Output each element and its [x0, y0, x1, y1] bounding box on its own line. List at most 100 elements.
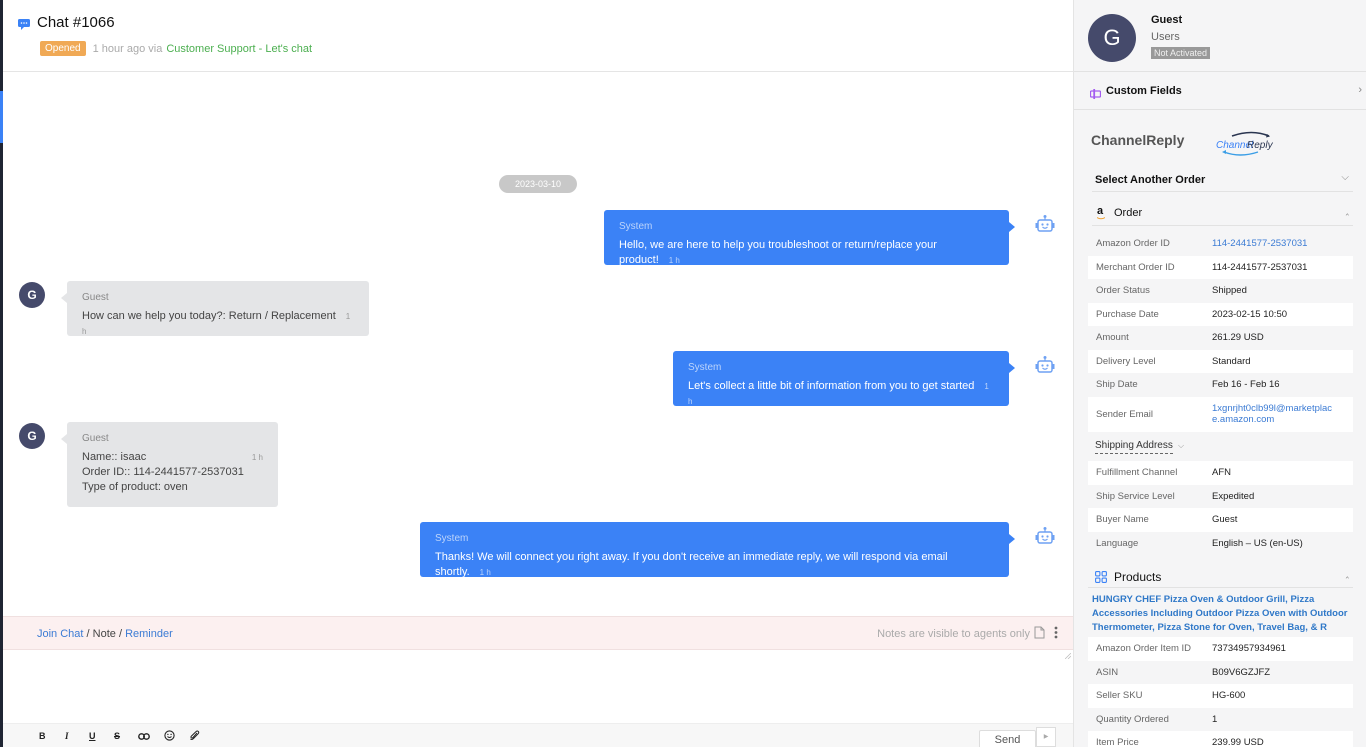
chevron-right-icon[interactable]: ›: [1358, 84, 1362, 96]
guest-avatar: G: [19, 282, 45, 308]
bold-button[interactable]: B: [39, 731, 46, 741]
user-card: G Guest Users Not Activated: [1074, 0, 1366, 72]
sender-email-link[interactable]: 1xgnrjht0clb99l@marketplac e.amazon.com: [1212, 403, 1342, 425]
robot-icon: [1035, 215, 1055, 232]
italic-button[interactable]: I: [65, 731, 69, 741]
bot-avatar: [1031, 352, 1059, 380]
message-guest: Guest Name:: isaac 1 h Order ID:: 114-244…: [61, 422, 278, 507]
field-label: Quantity Ordered: [1096, 713, 1169, 725]
field-value: Expedited: [1212, 490, 1255, 502]
chat-age: 1 hour ago via: [92, 42, 163, 55]
message-system: System Hello, we are here to help you tr…: [604, 210, 1015, 266]
order-field-row: Amazon Order ID 114-2441577-2537031: [1088, 232, 1353, 256]
field-value: English – US (en-US): [1212, 537, 1303, 549]
field-value: Shipped: [1212, 285, 1247, 297]
channel-link[interactable]: Customer Support - Let's chat: [166, 43, 312, 55]
custom-fields-label: Custom Fields: [1106, 85, 1182, 97]
separator: /: [115, 628, 126, 640]
message-text: Type of product: oven: [82, 481, 188, 493]
field-value: 1: [1212, 713, 1218, 725]
message-text: Order ID:: 114-2441577-2537031: [82, 466, 244, 478]
product-title-link[interactable]: HUNGRY CHEF Pizza Oven & Outdoor Grill, …: [1092, 593, 1354, 635]
resize-handle-icon[interactable]: [1065, 653, 1071, 659]
amazon-icon: a: [1097, 205, 1105, 220]
field-label: Amazon Order Item ID: [1096, 643, 1192, 655]
field-value: Feb 16 - Feb 16: [1212, 379, 1280, 391]
product-field-row: Seller SKU HG-600: [1088, 684, 1353, 708]
field-label: Amount: [1096, 332, 1129, 344]
paperclip-icon[interactable]: [189, 730, 200, 743]
link-icon[interactable]: [138, 732, 150, 742]
products-section-header[interactable]: Products ‸: [1088, 564, 1353, 588]
guest-avatar: G: [19, 423, 45, 449]
field-value: B09V6GZJFZ: [1212, 666, 1271, 678]
amazon-order-id-link[interactable]: 114-2441577-2537031: [1212, 238, 1307, 249]
field-label: Ship Service Level: [1096, 490, 1175, 502]
order-field-row: Order Status Shipped: [1088, 279, 1353, 303]
order-field-row: Delivery Level Standard: [1088, 349, 1353, 373]
chat-bubble-icon: [18, 17, 30, 30]
field-value: 114-2441577-2537031: [1212, 261, 1308, 273]
shipping-address-toggle[interactable]: Shipping Address: [1095, 440, 1173, 454]
message-text: Thanks! We will connect you right away. …: [435, 551, 948, 578]
shipping-field-row: Buyer Name Guest: [1088, 508, 1353, 532]
customer-side-panel: G Guest Users Not Activated Custom Field…: [1073, 0, 1366, 747]
separator: /: [83, 628, 93, 640]
channelreply-logo: Channel Reply: [1214, 130, 1276, 163]
select-order-label: Select Another Order: [1095, 174, 1206, 186]
shipping-field-row: Fulfillment Channel AFN: [1088, 461, 1353, 485]
emoji-icon[interactable]: [164, 730, 175, 743]
robot-icon: [1035, 356, 1055, 373]
bot-avatar: [1031, 523, 1059, 551]
field-label: Order Status: [1096, 285, 1150, 297]
message-text: How can we help you today?: Return / Rep…: [82, 310, 336, 322]
field-label: Language: [1096, 537, 1139, 549]
note-tab[interactable]: Note: [93, 628, 116, 640]
order-field-row: Amount 261.29 USD: [1088, 326, 1353, 350]
more-options-icon[interactable]: [1054, 626, 1058, 642]
bot-avatar: [1031, 211, 1059, 239]
notes-visibility-hint: Notes are visible to agents only: [877, 628, 1030, 640]
user-avatar: G: [1088, 14, 1136, 62]
product-field-row: Amazon Order Item ID 73734957934961: [1088, 637, 1353, 661]
order-section-label: Order: [1114, 207, 1143, 219]
order-fields: Amazon Order ID 114-2441577-2537031 Merch…: [1088, 232, 1353, 432]
field-value: 261.29 USD: [1212, 332, 1264, 344]
message-guest: Guest How can we help you today?: Return…: [61, 281, 369, 336]
underline-button[interactable]: U: [89, 731, 96, 741]
document-icon[interactable]: [1034, 626, 1045, 642]
field-label: Seller SKU: [1096, 690, 1143, 702]
field-label: Delivery Level: [1096, 355, 1156, 367]
chat-header: Chat #1066 Opened 1 hour ago via Custome…: [3, 0, 1073, 72]
user-name[interactable]: Guest: [1151, 14, 1182, 26]
message-system: System Thanks! We will connect you right…: [420, 522, 1015, 578]
custom-fields-icon: [1089, 86, 1102, 104]
chevron-down-icon: ⌵: [1341, 172, 1349, 183]
send-button[interactable]: Send: [979, 730, 1036, 747]
product-field-row: Quantity Ordered 1: [1088, 708, 1353, 732]
field-value: HG-600: [1212, 690, 1246, 702]
reminder-tab[interactable]: Reminder: [125, 628, 173, 640]
grid-icon: [1095, 570, 1107, 588]
order-field-row: Ship Date Feb 16 - Feb 16: [1088, 373, 1353, 397]
order-field-row: Purchase Date 2023-02-15 10:50: [1088, 302, 1353, 326]
select-another-order-dropdown[interactable]: Select Another Order ⌵: [1092, 165, 1353, 192]
message-system: System Let's collect a little bit of inf…: [673, 351, 1015, 406]
message-input[interactable]: [3, 651, 1073, 723]
date-divider: 2023-03-10: [499, 175, 577, 193]
send-options-button[interactable]: ▶: [1036, 727, 1056, 747]
custom-fields-row[interactable]: Custom Fields ›: [1074, 72, 1366, 110]
status-badge: Opened: [40, 41, 86, 56]
join-chat-tab[interactable]: Join Chat: [37, 628, 83, 640]
logo-text-reply: Reply: [1247, 140, 1274, 151]
chevron-up-icon: ‸: [1345, 568, 1349, 579]
message-text: Name:: isaac: [82, 451, 147, 463]
channelreply-title: ChannelReply: [1091, 132, 1185, 148]
message-time: 1 h: [668, 256, 680, 265]
formatting-toolbar: B I U S Send ▶: [3, 723, 1073, 747]
order-section-header[interactable]: a Order ‸: [1092, 200, 1353, 226]
field-label: Amazon Order ID: [1096, 238, 1170, 250]
app: Chat #1066 Opened 1 hour ago via Custome…: [0, 0, 1366, 747]
field-value: Standard: [1212, 355, 1251, 367]
strikethrough-button[interactable]: S: [114, 731, 120, 741]
